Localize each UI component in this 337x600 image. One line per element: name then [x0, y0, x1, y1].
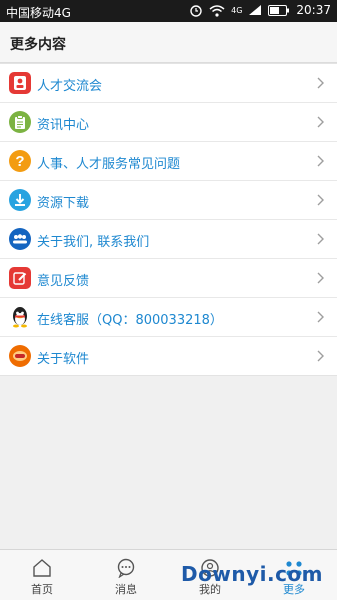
message-icon — [117, 558, 135, 578]
battery-icon — [268, 4, 290, 16]
about-us-icon — [9, 228, 31, 250]
chevron-right-icon — [317, 155, 324, 167]
watermark: Downyi.com — [181, 562, 323, 586]
chevron-right-icon — [317, 77, 324, 89]
menu-item-label: 关于软件 — [37, 352, 90, 367]
feedback-edit-icon — [9, 267, 31, 289]
signal-icon — [249, 5, 262, 15]
more-menu-list: 人才交流会 资讯中心 ? 人事、人才服务常见问题 资源下载 关于我们, 联系我们 — [0, 63, 337, 376]
menu-item-faq[interactable]: ? 人事、人才服务常见问题 — [0, 142, 337, 181]
status-icons: 4G 20:37 — [189, 3, 331, 17]
chevron-right-icon — [317, 272, 324, 284]
about-software-icon — [9, 345, 31, 367]
menu-item-about-software[interactable]: 关于软件 — [0, 337, 337, 375]
alarm-icon — [190, 5, 202, 17]
menu-item-feedback[interactable]: 意见反馈 — [0, 259, 337, 298]
chevron-right-icon — [317, 350, 324, 362]
menu-item-online-support[interactable]: 在线客服（QQ：800033218） — [0, 298, 337, 337]
clock: 20:37 — [296, 3, 331, 17]
home-icon — [33, 559, 51, 577]
wifi-icon — [209, 4, 225, 17]
news-clipboard-icon — [9, 111, 31, 133]
page-header: 更多内容 — [0, 22, 337, 63]
chevron-right-icon — [317, 311, 324, 323]
menu-item-label: 资讯中心 — [37, 118, 90, 133]
tab-label: 消息 — [115, 583, 137, 596]
status-bar: 中国移动4G 4G 20:37 — [0, 0, 337, 22]
carrier-label: 中国移动4G — [6, 6, 71, 20]
menu-item-label: 意见反馈 — [37, 274, 90, 289]
talent-fair-icon — [9, 72, 31, 94]
menu-item-downloads[interactable]: 资源下载 — [0, 181, 337, 220]
tab-label: 首页 — [31, 583, 53, 596]
menu-item-label: 资源下载 — [37, 196, 90, 211]
tab-home[interactable]: 首页 — [0, 550, 84, 600]
menu-item-label: 人才交流会 — [37, 79, 103, 94]
page-title: 更多内容 — [10, 37, 66, 53]
question-icon: ? — [9, 150, 31, 172]
qq-penguin-icon — [9, 306, 31, 328]
download-icon — [9, 189, 31, 211]
menu-item-news-center[interactable]: 资讯中心 — [0, 103, 337, 142]
menu-item-about-contact[interactable]: 关于我们, 联系我们 — [0, 220, 337, 259]
tab-messages[interactable]: 消息 — [84, 550, 168, 600]
menu-item-talent-fair[interactable]: 人才交流会 — [0, 64, 337, 103]
network-type: 4G — [231, 5, 243, 15]
menu-item-label: 在线客服（QQ：800033218） — [37, 313, 223, 328]
menu-item-label: 人事、人才服务常见问题 — [37, 157, 181, 172]
chevron-right-icon — [317, 116, 324, 128]
menu-item-label: 关于我们, 联系我们 — [37, 235, 150, 250]
chevron-right-icon — [317, 194, 324, 206]
chevron-right-icon — [317, 233, 324, 245]
